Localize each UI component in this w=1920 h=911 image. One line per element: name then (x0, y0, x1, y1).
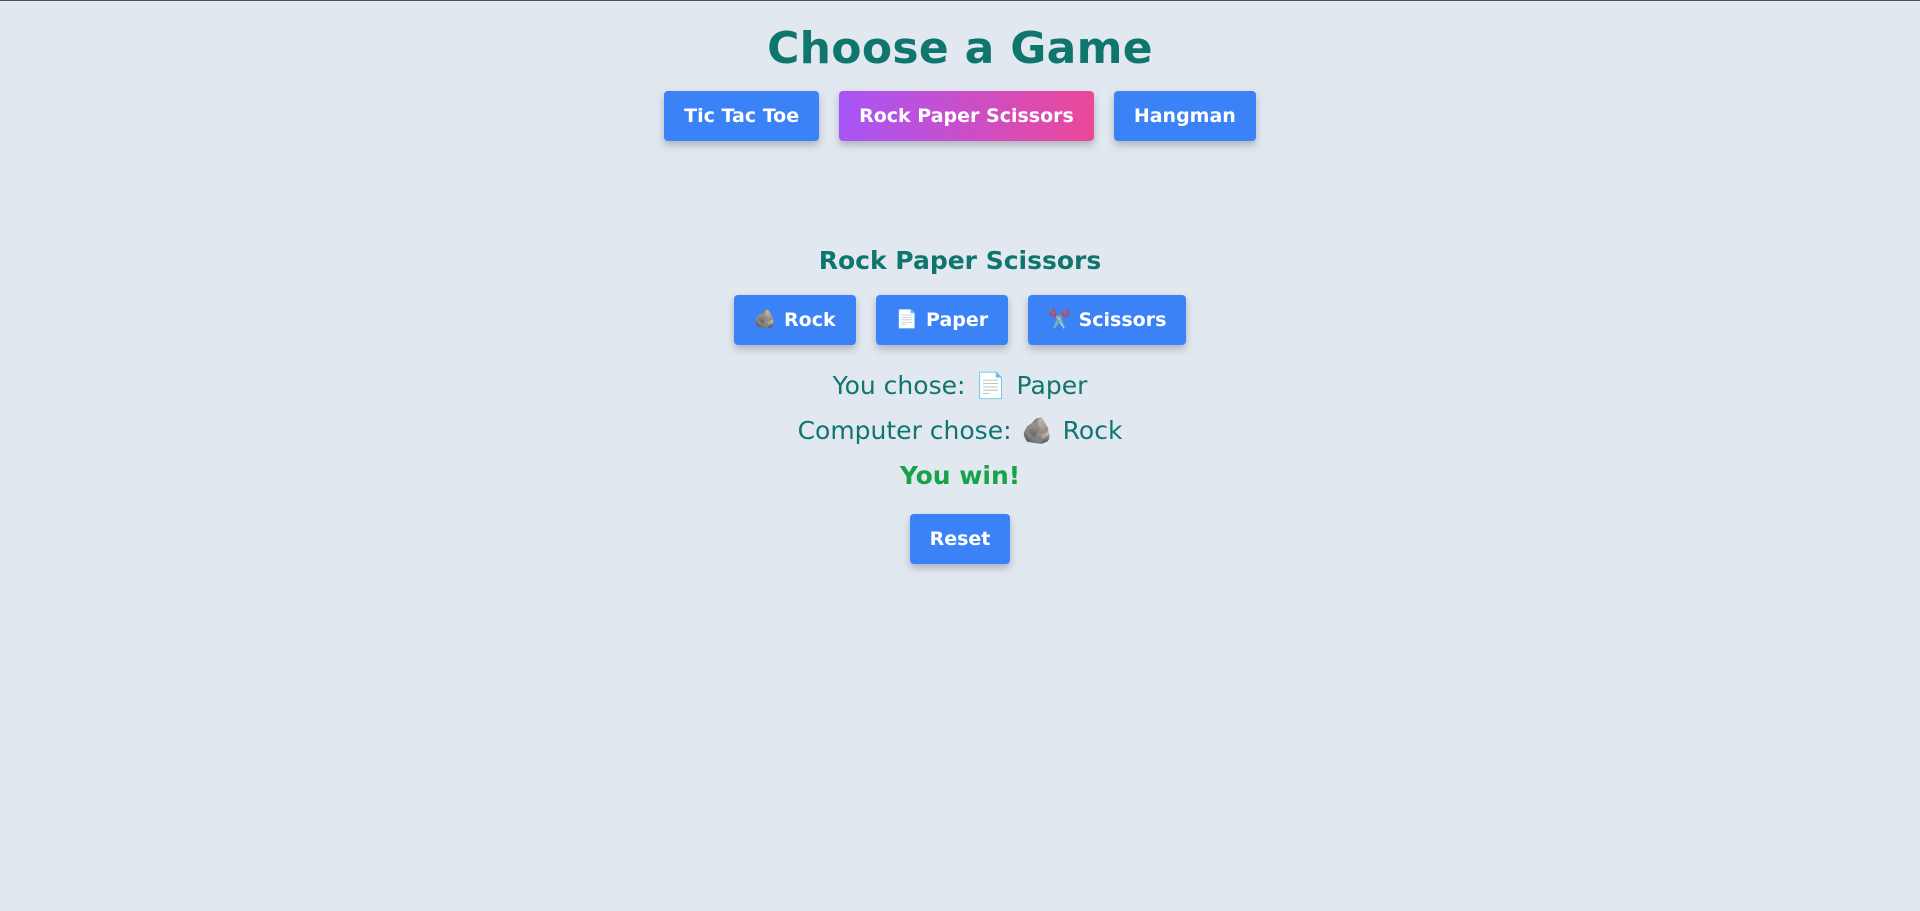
player-choice-prefix: You chose: (832, 371, 966, 400)
rps-game-panel: Rock Paper Scissors 🪨 Rock 📄 Paper ✂️ Sc… (0, 246, 1920, 564)
paper-icon: 📄 (975, 370, 1007, 400)
reset-button[interactable]: Reset (909, 514, 1011, 564)
rock-icon: 🪨 (1021, 415, 1053, 445)
tic-tac-toe-button[interactable]: Tic Tac Toe (664, 91, 820, 141)
rock-button[interactable]: 🪨 Rock (733, 295, 856, 345)
paper-button[interactable]: 📄 Paper (875, 295, 1009, 345)
scissors-button[interactable]: ✂️ Scissors (1028, 295, 1187, 345)
rock-label: Rock (784, 309, 836, 331)
choice-buttons: 🪨 Rock 📄 Paper ✂️ Scissors (0, 295, 1920, 345)
player-choice-value: Paper (1016, 371, 1088, 400)
scissors-label: Scissors (1078, 309, 1167, 331)
paper-icon: 📄 (895, 309, 919, 330)
computer-choice-value: Rock (1062, 416, 1123, 445)
game-title: Rock Paper Scissors (818, 246, 1102, 275)
hangman-button[interactable]: Hangman (1113, 91, 1256, 141)
result-message: You win! (899, 461, 1021, 490)
computer-choice-line: Computer chose: 🪨 Rock (0, 408, 1920, 453)
computer-choice-prefix: Computer chose: (797, 416, 1012, 445)
results: You chose: 📄 Paper Computer chose: 🪨 Roc… (0, 363, 1920, 498)
rock-paper-scissors-button[interactable]: Rock Paper Scissors (839, 91, 1094, 141)
scissors-icon: ✂️ (1048, 309, 1071, 330)
page-title: Choose a Game (767, 23, 1153, 74)
player-choice-line: You chose: 📄 Paper (0, 363, 1920, 408)
rock-icon: 🪨 (753, 309, 777, 330)
game-selector: Tic Tac Toe Rock Paper Scissors Hangman (0, 91, 1920, 141)
paper-label: Paper (926, 309, 989, 331)
